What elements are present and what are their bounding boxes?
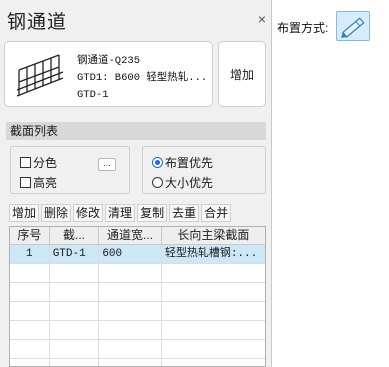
copy-button[interactable]: 复制 — [137, 204, 168, 222]
highlight-label: 高亮 — [33, 176, 58, 190]
cell-width: 600 — [99, 245, 162, 263]
empty-row — [10, 264, 265, 283]
section-preview-text: 钢通道-Q235 GTD1: B600 轻型热轧... GTD-1 — [77, 53, 211, 104]
steel-channel-panel: 钢通道 × 钢通道-Q235 GTD1: B600 轻型热轧... GTD-1 … — [0, 0, 272, 367]
preview-spec: GTD1: B600 轻型热轧... — [77, 72, 208, 84]
size-priority-radio[interactable]: 大小优先 — [152, 174, 213, 191]
preview-material: 钢通道-Q235 — [77, 55, 141, 67]
section-preview-card[interactable]: 钢通道-Q235 GTD1: B600 轻型热轧... GTD-1 — [4, 41, 213, 107]
empty-row — [10, 302, 265, 321]
section-table: 序号 截... 通道宽... 长向主梁截面 1 GTD-1 600 轻型热轧槽钢… — [9, 226, 266, 367]
priority-options-group: 布置优先 大小优先 — [142, 146, 266, 194]
color-split-box[interactable] — [20, 157, 31, 168]
layout-priority-dot[interactable] — [152, 157, 163, 168]
cell-index: 1 — [10, 245, 50, 263]
table-header: 序号 截... 通道宽... 长向主梁截面 — [10, 227, 265, 245]
clean-button[interactable]: 清理 — [105, 204, 136, 222]
close-icon[interactable]: × — [255, 12, 269, 26]
display-options-group: 分色 ... 高亮 — [10, 146, 130, 194]
header-section[interactable]: 截... — [50, 227, 100, 244]
color-split-label: 分色 — [33, 156, 58, 170]
header-width[interactable]: 通道宽... — [99, 227, 162, 244]
layout-priority-label: 布置优先 — [165, 156, 214, 170]
size-priority-label: 大小优先 — [165, 176, 214, 190]
layout-priority-radio[interactable]: 布置优先 — [152, 154, 213, 171]
section-list-header: 截面列表 — [6, 122, 266, 140]
highlight-checkbox[interactable]: 高亮 — [20, 174, 57, 191]
table-row[interactable]: 1 GTD-1 600 轻型热轧槽钢:... — [10, 245, 265, 264]
pencil-icon — [340, 17, 365, 38]
size-priority-dot[interactable] — [152, 177, 163, 188]
color-split-checkbox[interactable]: 分色 — [20, 154, 57, 171]
empty-row — [10, 283, 265, 302]
delete-button[interactable]: 删除 — [41, 204, 72, 222]
add-section-button[interactable]: 增加 — [218, 41, 266, 107]
empty-row — [10, 321, 265, 340]
steel-channel-icon — [16, 54, 64, 97]
dedupe-button[interactable]: 去重 — [169, 204, 200, 222]
layout-mode-label: 布置方式: — [277, 21, 329, 35]
empty-row — [10, 359, 265, 366]
color-settings-button[interactable]: ... — [98, 158, 116, 171]
section-toolbar: 增加 删除 修改 清理 复制 去重 合并 — [9, 204, 232, 222]
layout-mode-button[interactable] — [336, 11, 370, 41]
add-button[interactable]: 增加 — [9, 204, 40, 222]
header-beam[interactable]: 长向主梁截面 — [162, 227, 265, 244]
panel-title: 钢通道 — [7, 12, 68, 33]
modify-button[interactable]: 修改 — [73, 204, 104, 222]
cell-section: GTD-1 — [50, 245, 100, 263]
merge-button[interactable]: 合并 — [201, 204, 232, 222]
highlight-box[interactable] — [20, 177, 31, 188]
cell-beam: 轻型热轧槽钢:... — [164, 248, 258, 260]
header-index[interactable]: 序号 — [10, 227, 50, 244]
empty-row — [10, 340, 265, 359]
preview-name: GTD-1 — [77, 89, 109, 101]
